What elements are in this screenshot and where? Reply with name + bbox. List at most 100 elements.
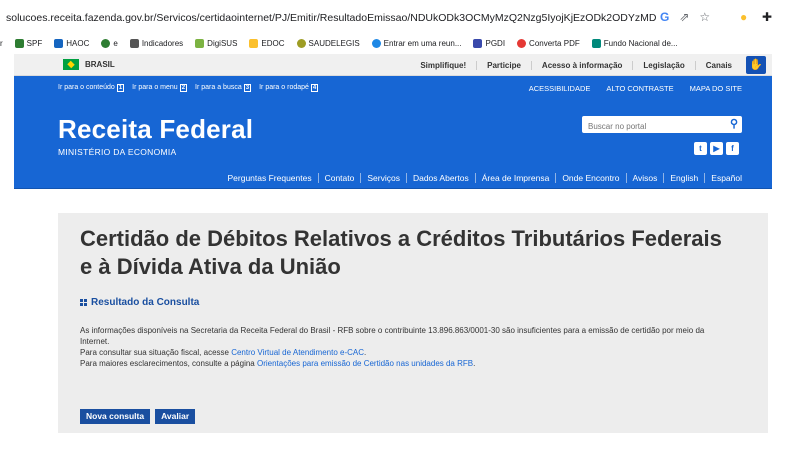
bookmark-label: Entrar em uma reun... — [383, 38, 462, 48]
gov-link-acesso-informacao[interactable]: Acesso à informação — [530, 60, 632, 70]
bookmark-item[interactable]: SPF — [14, 38, 42, 48]
link-mapa-do-site[interactable]: MAPA DO SITE — [690, 84, 742, 93]
site-brand[interactable]: Receita Federal MINISTÉRIO DA ECONOMIA — [58, 114, 253, 157]
youtube-icon[interactable]: ▶ — [710, 142, 723, 155]
bookmarks-bar: r SPF HAOC e Indicadores DigiSUS EDOC SA… — [0, 34, 800, 52]
gov-link-legislacao[interactable]: Legislação — [632, 60, 694, 70]
skip-label: Ir para a busca — [195, 84, 242, 91]
link-alto-contraste[interactable]: ALTO CONTRASTE — [606, 84, 673, 93]
link-acessibilidade[interactable]: ACESSIBILIDADE — [529, 84, 591, 93]
bookmark-item[interactable]: Converta PDF — [517, 38, 580, 48]
edoc-icon — [249, 38, 259, 48]
gov-bar: BRASIL Simplifique! Participe Acesso à i… — [14, 54, 772, 76]
nav-area-imprensa[interactable]: Área de Imprensa — [474, 173, 556, 183]
content-panel: Certidão de Débitos Relativos a Créditos… — [58, 213, 768, 433]
skip-label: Ir para o conteúdo — [58, 84, 115, 91]
nav-perguntas-frequentes[interactable]: Perguntas Frequentes — [221, 173, 317, 183]
bookmark-star-icon[interactable]: ☆ — [699, 10, 710, 24]
bookmark-item[interactable]: r — [0, 39, 3, 48]
brasil-link[interactable]: BRASIL — [63, 59, 115, 70]
skip-link-busca[interactable]: Ir para a busca 3 — [195, 84, 252, 92]
site-header: Ir para o conteúdo 1 Ir para o menu 2 Ir p… — [14, 76, 772, 188]
zoom-icon — [371, 38, 381, 48]
site-subtitle: MINISTÉRIO DA ECONOMIA — [58, 147, 177, 157]
nav-servicos[interactable]: Serviços — [360, 173, 406, 183]
bookmark-item[interactable]: SAUDELEGIS — [296, 38, 360, 48]
link-ecac[interactable]: Centro Virtual de Atendimento e-CAC — [231, 348, 364, 357]
gov-link-participe[interactable]: Participe — [476, 60, 531, 70]
social-links: t ▶ f — [694, 142, 739, 155]
accessibility-links: ACESSIBILIDADE ALTO CONTRASTE MAPA DO SI… — [529, 84, 742, 93]
twitter-icon[interactable]: t — [694, 142, 707, 155]
page-title: Certidão de Débitos Relativos a Créditos… — [80, 226, 722, 279]
bookmark-item[interactable]: EDOC — [249, 38, 285, 48]
bookmark-item[interactable]: Entrar em uma reun... — [371, 38, 462, 48]
nav-espanol[interactable]: Español — [704, 173, 748, 183]
message-paragraph-orientacoes: Para maiores esclarecimentos, consulte a… — [80, 359, 476, 368]
bookmark-label: e — [113, 38, 118, 48]
nav-contato[interactable]: Contato — [317, 173, 361, 183]
browser-address-bar[interactable]: solucoes.receita.fazenda.gov.br/Servicos… — [0, 0, 800, 38]
nav-dados-abertos[interactable]: Dados Abertos — [405, 173, 475, 183]
bookmark-label: Converta PDF — [529, 38, 580, 48]
digisus-icon — [195, 38, 205, 48]
bookmark-label: HAOC — [66, 38, 90, 48]
skip-link-menu[interactable]: Ir para o menu 2 — [132, 84, 188, 92]
facebook-icon[interactable]: f — [726, 142, 739, 155]
bookmark-item[interactable]: Fundo Nacional de... — [591, 38, 678, 48]
message-text: Para consultar sua situação fiscal, aces… — [80, 348, 232, 357]
google-icon[interactable]: G — [660, 10, 669, 24]
link-orientacoes[interactable]: Orientações para emissão de Certidão nas… — [257, 359, 473, 368]
bookmark-item[interactable]: DigiSUS — [195, 38, 238, 48]
indicadores-icon — [129, 38, 139, 48]
share-icon[interactable]: ⇗ — [679, 10, 689, 24]
message-text: Para maiores esclarecimentos, consulte a… — [80, 359, 257, 368]
section-label: Resultado da Consulta — [91, 297, 200, 308]
skip-key: 1 — [116, 84, 125, 92]
nav-avisos[interactable]: Avisos — [625, 173, 664, 183]
vlibras-hand-icon[interactable]: ✋ — [746, 56, 766, 74]
skip-key: 2 — [179, 84, 188, 92]
skip-label: Ir para o rodapé — [259, 84, 309, 91]
country-label: BRASIL — [85, 60, 115, 69]
saudelegis-icon — [296, 38, 306, 48]
new-query-button[interactable]: Nova consulta — [80, 409, 151, 424]
trophy-icon — [473, 38, 483, 48]
skip-key: 3 — [243, 84, 252, 92]
nav-onde-encontro[interactable]: Onde Encontro — [555, 173, 625, 183]
bookmark-label: EDOC — [261, 38, 285, 48]
rate-button[interactable]: Avaliar — [155, 409, 196, 424]
gov-link-simplifique[interactable]: Simplifique! — [410, 61, 476, 70]
skip-link-rodape[interactable]: Ir para o rodapé 4 — [259, 84, 319, 92]
puzzle-icon[interactable]: ✚ — [762, 10, 772, 24]
header-divider — [14, 188, 772, 189]
skip-link-conteudo[interactable]: Ir para o conteúdo 1 — [58, 84, 125, 92]
bookmark-label: Indicadores — [141, 38, 184, 48]
bookmark-item[interactable]: HAOC — [54, 38, 90, 48]
action-buttons: Nova consulta Avaliar — [80, 409, 196, 424]
extension-icon[interactable]: ● — [740, 10, 747, 24]
result-message: As informações disponíveis na Secretaria… — [80, 325, 730, 369]
bookmark-label: SAUDELEGIS — [308, 38, 360, 48]
bookmark-item[interactable]: e — [101, 38, 118, 48]
skip-links: Ir para o conteúdo 1 Ir para o menu 2 Ir p… — [58, 84, 319, 92]
bookmark-label: Fundo Nacional de... — [603, 38, 678, 48]
section-heading: Resultado da Consulta — [80, 297, 199, 308]
search-icon[interactable]: ⚲ — [730, 117, 738, 130]
search-input[interactable] — [582, 118, 712, 135]
skip-key: 4 — [310, 84, 319, 92]
bookmark-label: DigiSUS — [207, 38, 238, 48]
e-icon — [101, 38, 111, 48]
site-title: Receita Federal — [58, 114, 254, 144]
brazil-flag-icon — [63, 59, 79, 70]
bookmark-item[interactable]: Indicadores — [129, 38, 184, 48]
nav-english[interactable]: English — [663, 173, 704, 183]
search-box: ⚲ — [582, 116, 742, 135]
bookmark-label: r — [0, 38, 3, 48]
gov-link-canais[interactable]: Canais — [694, 60, 742, 70]
message-paragraph: As informações disponíveis na Secretaria… — [80, 326, 705, 346]
bookmark-item[interactable]: PGDI — [473, 38, 505, 48]
skip-label: Ir para o menu — [132, 84, 178, 91]
url-text[interactable]: solucoes.receita.fazenda.gov.br/Servicos… — [6, 12, 656, 24]
gov-links: Simplifique! Participe Acesso à informaç… — [410, 54, 742, 76]
